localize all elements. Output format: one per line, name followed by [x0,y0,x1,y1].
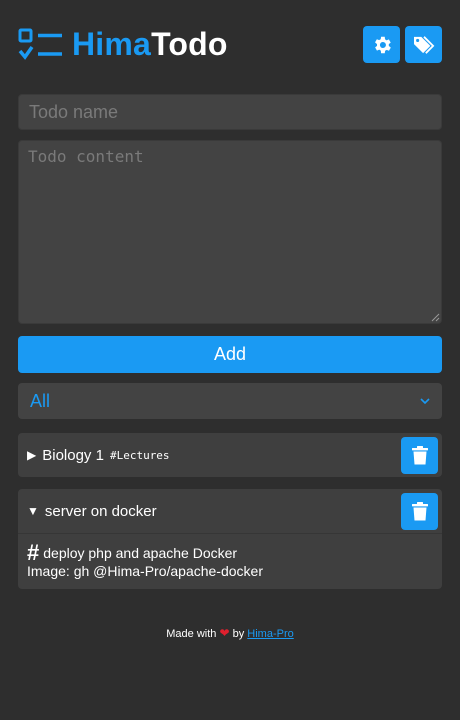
delete-button[interactable] [401,437,438,474]
app-title-accent: Hima [72,26,152,62]
todo-content: # deploy php and apache Docker Image: gh … [18,533,442,589]
settings-button[interactable] [363,26,400,63]
todo-content-line: Image: gh @Hima-Pro/apache-docker [27,563,263,579]
todo-content-heading: deploy php and apache Docker [43,545,238,561]
todo-name-input[interactable] [18,94,442,130]
todo-item-summary[interactable]: ▼ server on docker [18,489,442,533]
checklist-icon [18,28,62,60]
app-header: HimaTodo [18,24,442,64]
chevron-down-icon [420,397,430,404]
footer-by: by [232,628,245,640]
tags-icon [413,35,434,54]
tags-button[interactable] [405,26,442,63]
todo-item: ▼ server on docker # deploy php and apach… [18,489,442,589]
resize-grip-icon[interactable] [431,313,440,322]
todo-item-summary[interactable]: ▶ Biology 1 #Lectures [18,433,442,477]
author-link[interactable]: Hima-Pro [247,628,293,640]
trash-icon [411,502,428,521]
tag-filter-select[interactable]: All [18,383,442,419]
tag-filter-value: All [30,390,51,411]
trash-icon [411,446,428,465]
todo-tag: #Lectures [109,448,170,462]
footer: Made with ❤ by Hima-Pro [0,626,460,640]
app-logo: HimaTodo [18,26,228,63]
todo-content-textarea[interactable] [18,140,442,324]
app-title-rest: Todo [151,26,228,62]
footer-made-with: Made with [166,628,217,640]
todo-item: ▶ Biology 1 #Lectures [18,433,442,477]
todo-title: server on docker [44,502,157,520]
gear-icon [374,36,391,53]
heart-icon: ❤ [219,626,230,640]
app-title: HimaTodo [72,26,228,63]
collapse-triangle-icon: ▼ [27,504,39,518]
todo-content-line: # deploy php and apache Docker [27,542,433,564]
expand-triangle-icon: ▶ [27,448,37,462]
add-button[interactable]: Add [18,336,442,373]
todo-title: Biology 1 [42,446,104,464]
delete-button[interactable] [401,493,438,530]
